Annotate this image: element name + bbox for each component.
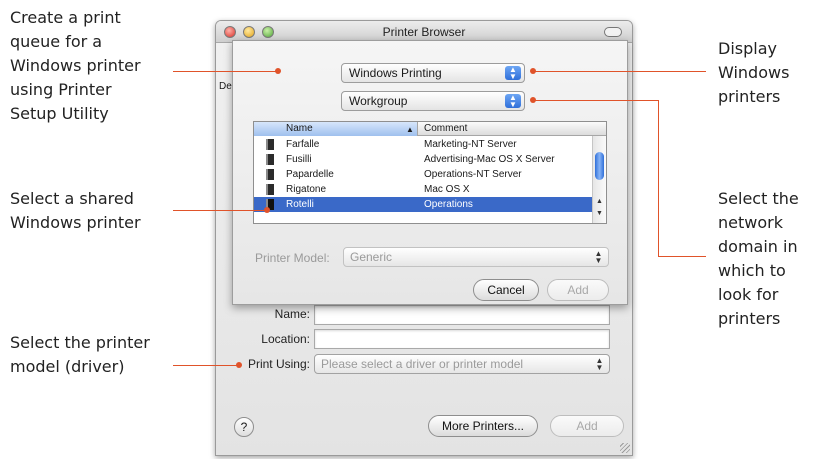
leader-dot-create-queue: [275, 68, 281, 74]
print-using-value: Please select a driver or printer model: [321, 357, 524, 371]
more-printers-button[interactable]: More Printers...: [428, 415, 538, 437]
resize-grip-icon[interactable]: [620, 443, 630, 453]
printer-name: Fusilli: [286, 154, 312, 165]
sheet-add-button[interactable]: Add: [547, 279, 609, 301]
printer-comment: Operations-NT Server: [424, 169, 522, 180]
name-field[interactable]: [314, 305, 610, 325]
callout-line: Create a print: [10, 8, 121, 27]
leader-line-select-domain-b: [658, 100, 659, 257]
callout-line: printers: [718, 309, 781, 328]
add-printer-sheet: Windows Printing ▲ ▼ Workgroup ▲ ▼ Name ▲ …: [232, 40, 628, 305]
printer-icon: [266, 184, 274, 195]
callout-line: Windows: [718, 63, 790, 82]
printer-name: Farfalle: [286, 139, 320, 150]
connection-type-popup[interactable]: Windows Printing ▲ ▼: [341, 63, 525, 83]
printer-list[interactable]: Name ▲ Comment Farfalle Marketing-NT Ser…: [253, 121, 607, 224]
callout-select-shared: Select a shared Windows printer: [10, 187, 141, 235]
domain-popup[interactable]: Workgroup ▲ ▼: [341, 91, 525, 111]
print-using-popup[interactable]: Please select a driver or printer model …: [314, 354, 610, 374]
leader-dot-select-shared: [264, 207, 270, 213]
leader-line-display-windows: [533, 71, 706, 72]
callout-line: Setup Utility: [10, 104, 109, 123]
popup-arrows-icon: ▲ ▼: [595, 356, 604, 372]
print-using-label: Print Using:: [247, 357, 310, 371]
printer-comment: Operations: [424, 199, 473, 210]
leader-line-select-domain-a: [533, 100, 659, 101]
list-row-selected[interactable]: Rotelli Operations: [254, 197, 594, 212]
fragment-text: De: [219, 81, 232, 92]
list-row[interactable]: Fusilli Advertising-Mac OS X Server: [254, 152, 594, 167]
list-row[interactable]: Farfalle Marketing-NT Server: [254, 137, 594, 152]
leader-line-select-domain-c: [658, 256, 706, 257]
popup-arrows-icon: ▲ ▼: [594, 249, 603, 265]
callout-create-queue: Create a print queue for a Windows print…: [10, 6, 141, 126]
help-button[interactable]: ?: [234, 417, 254, 437]
printer-comment: Mac OS X: [424, 184, 470, 195]
location-field[interactable]: [314, 329, 610, 349]
callout-line: Display: [718, 39, 777, 58]
leader-line-select-shared: [173, 210, 266, 211]
leader-dot-display-windows: [530, 68, 536, 74]
toolbar-toggle-button[interactable]: [604, 27, 622, 37]
printer-icon: [266, 139, 274, 150]
printer-icon: [266, 169, 274, 180]
leader-line-create-queue: [173, 71, 276, 72]
scroll-thumb[interactable]: [595, 152, 604, 180]
callout-line: Windows printer: [10, 56, 141, 75]
name-label: Name:: [274, 307, 310, 321]
location-label: Location:: [261, 332, 310, 346]
scroll-up-icon[interactable]: ▲: [596, 198, 603, 205]
printer-model-label: Printer Model:: [255, 251, 330, 265]
popup-arrows-icon: ▲ ▼: [505, 94, 521, 109]
printer-comment: Advertising-Mac OS X Server: [424, 154, 555, 165]
callout-line: network: [718, 213, 783, 232]
printer-model-value: Generic: [350, 250, 393, 264]
leader-dot-select-model: [236, 362, 242, 368]
callout-line: look for: [718, 285, 779, 304]
connection-type-value: Windows Printing: [349, 66, 442, 80]
printer-comment: Marketing-NT Server: [424, 139, 517, 150]
callout-line: which to: [718, 261, 786, 280]
list-row[interactable]: Papardelle Operations-NT Server: [254, 167, 594, 182]
callout-display-windows: Display Windows printers: [718, 37, 789, 109]
domain-value: Workgroup: [349, 94, 408, 108]
callout-line: Select a shared: [10, 189, 134, 208]
leader-line-select-model: [173, 365, 238, 366]
window-add-button[interactable]: Add: [550, 415, 624, 437]
printer-icon: [266, 154, 274, 165]
cancel-button[interactable]: Cancel: [473, 279, 539, 301]
callout-select-domain: Select the network domain in which to lo…: [718, 187, 799, 331]
printer-name: Rotelli: [286, 199, 314, 210]
leader-dot-select-domain: [530, 97, 536, 103]
printer-name: Rigatone: [286, 184, 327, 195]
callout-line: domain in: [718, 237, 798, 256]
popup-arrows-icon: ▲ ▼: [505, 66, 521, 81]
callout-line: Select the: [718, 189, 799, 208]
callout-line: Windows printer: [10, 213, 141, 232]
scroll-down-icon[interactable]: ▼: [596, 210, 603, 217]
window-title: Printer Browser: [382, 25, 466, 39]
printer-model-popup[interactable]: Generic ▲ ▼: [343, 247, 609, 267]
callout-line: printers: [718, 87, 781, 106]
callout-line: Select the printer: [10, 333, 150, 352]
printer-name: Papardelle: [286, 169, 334, 180]
list-scrollbar[interactable]: ▲ ▼: [592, 136, 606, 223]
list-row[interactable]: Rigatone Mac OS X: [254, 182, 594, 197]
callout-line: using Printer: [10, 80, 112, 99]
callout-line: queue for a: [10, 32, 103, 51]
callout-line: model (driver): [10, 357, 125, 376]
callout-select-model: Select the printer model (driver): [10, 331, 150, 379]
